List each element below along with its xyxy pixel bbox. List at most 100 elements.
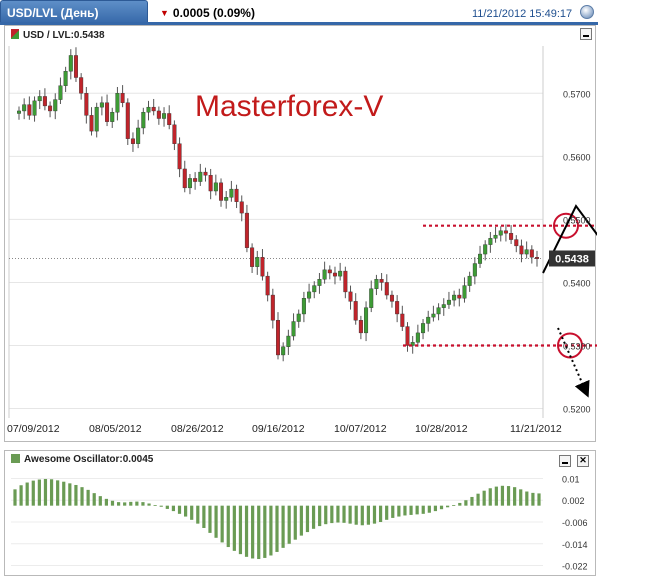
candle-body (281, 346, 286, 356)
candle-body (483, 244, 488, 255)
candle-body (374, 279, 379, 289)
candle-body (151, 106, 156, 112)
candle-body (338, 270, 343, 277)
candle-body (498, 230, 503, 236)
candle-body (73, 55, 78, 78)
candle-body (63, 71, 68, 86)
candle-body (203, 171, 208, 176)
oscillator-bar (421, 505, 425, 514)
symbol-tab[interactable]: USD/LVL (День) (0, 0, 148, 24)
candle-body (68, 55, 73, 72)
oscillator-bar (531, 492, 535, 506)
oscillator-bar (220, 505, 224, 543)
candle-body (270, 294, 275, 321)
date-tick-label: 08/26/2012 (171, 423, 224, 435)
oscillator-bar (415, 505, 419, 515)
oscillator-bar (488, 488, 492, 506)
oscillator-axis: 0.01 0.002 -0.006 -0.014 -0.022 (562, 474, 588, 571)
candle-body (156, 110, 161, 119)
candle-body (446, 299, 451, 305)
oscillator-bar (397, 505, 401, 517)
oscillator-bar (43, 478, 48, 506)
candle-body (307, 291, 312, 299)
candle-body (462, 285, 467, 299)
oscillator-bar (104, 498, 108, 506)
oscillator-bar (31, 480, 35, 506)
candle-body (229, 188, 234, 198)
oscillator-bar (403, 505, 407, 516)
candle-body (136, 127, 141, 144)
oscillator-panel: Awesome Oscillator:0.0045 ✕ 0.01 0.002 -0.… (4, 450, 596, 576)
oscillator-bar (110, 500, 115, 506)
oscillator-bar (354, 505, 358, 525)
down-arrow-icon: ▼ (160, 8, 169, 18)
chart-widget: USD/LVL (День) ▼ 0.0005 (0.09%) 11/21/201… (0, 0, 647, 578)
candle-body (509, 233, 514, 240)
candle-body (167, 113, 172, 126)
price-chart-panel: USD / LVL:0.5438 Masterforex-V 0.5700 0.5… (4, 25, 597, 442)
oscillator-bar (116, 502, 121, 506)
oscillator-bar (269, 505, 273, 556)
oscillator-bar (366, 505, 370, 525)
candle-body (27, 104, 32, 116)
oscillator-bar (494, 486, 498, 506)
candle-body (250, 247, 255, 267)
oscillator-bar (68, 483, 72, 506)
candle-body (317, 279, 322, 286)
oscillator-bar (129, 501, 133, 506)
oscillator-bar (476, 493, 480, 506)
candle-body (208, 175, 213, 192)
oscillator-bar (519, 489, 523, 506)
candle-body (224, 197, 229, 201)
candle-body (436, 307, 441, 315)
candle-body (343, 270, 348, 293)
oscillator-bar (342, 505, 346, 523)
candle-body (244, 212, 249, 248)
candle-body (472, 263, 477, 277)
candle-body (255, 257, 260, 267)
oscillator-tick-label: 0.01 (562, 474, 580, 484)
candle-body (193, 178, 198, 182)
price-tick-label: 0.5500 (563, 215, 591, 225)
oscillator-bar (305, 505, 310, 533)
oscillator-bar (378, 505, 383, 522)
candle-body (105, 102, 110, 122)
oscillator-bar (263, 505, 267, 558)
change-value: 0.0005 (0.09%) (172, 6, 255, 20)
candle-body (524, 249, 529, 255)
oscillator-bar (311, 505, 316, 529)
oscillator-bar (433, 505, 438, 512)
current-price-badge: 0.5438 (549, 250, 595, 267)
date-tick-label: 07/09/2012 (7, 423, 60, 435)
candle-body (529, 249, 534, 258)
oscillator-bar (324, 505, 328, 525)
date-tick-label: 08/05/2012 (89, 423, 142, 435)
oscillator-bar (62, 481, 66, 506)
date-tick-label: 10/07/2012 (334, 423, 387, 435)
candle-body (115, 93, 120, 113)
oscillator-bar (348, 505, 352, 524)
oscillator-bar (74, 484, 78, 506)
candle-body (162, 113, 167, 119)
oscillator-bar (506, 486, 511, 506)
price-tick-label: 0.5700 (563, 89, 591, 99)
oscillator-bar (525, 491, 529, 506)
candle-body (182, 168, 187, 189)
date-tick-label: 09/16/2012 (252, 423, 305, 435)
candle-body (94, 106, 99, 132)
oscillator-bar (56, 480, 60, 506)
oscillator-bar (281, 505, 285, 548)
candle-body (177, 143, 182, 170)
oscillator-bar (123, 502, 127, 506)
candle-body (276, 320, 281, 356)
oscillator-bar (13, 489, 17, 506)
oscillator-bar (92, 493, 96, 506)
oscillator-bar (159, 505, 163, 507)
candle-body (441, 304, 446, 308)
oscillator-bar (86, 489, 90, 506)
candle-body (260, 257, 265, 277)
date-tick-label: 11/21/2012 (510, 423, 562, 435)
settings-orb-icon[interactable] (580, 5, 594, 19)
candle-body (296, 313, 301, 322)
oscillator-bar (177, 505, 182, 514)
